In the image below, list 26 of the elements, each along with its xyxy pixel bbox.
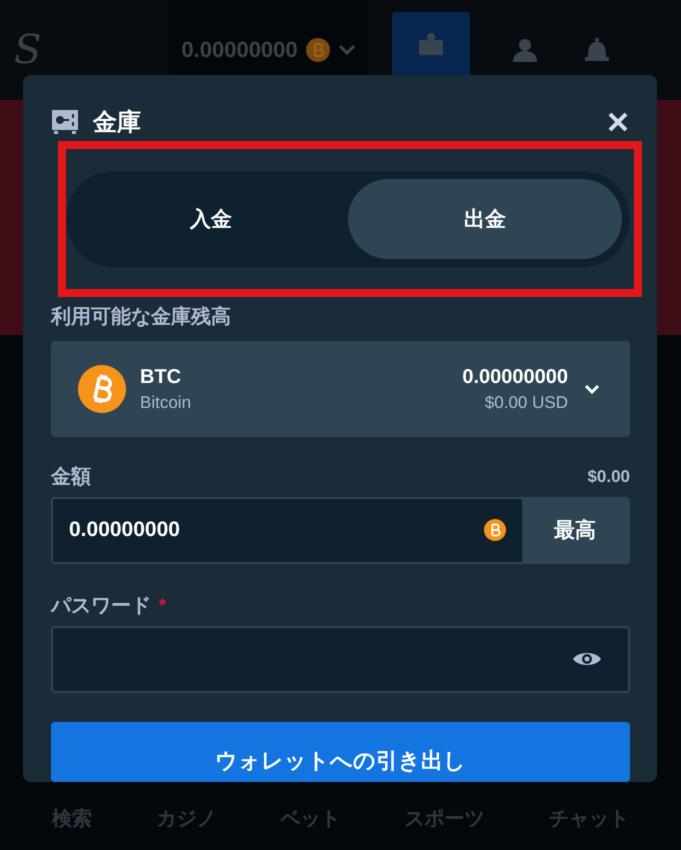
dialog-title: 金庫 xyxy=(93,108,141,138)
required-mark: * xyxy=(159,595,166,616)
logo[interactable]: S xyxy=(14,27,42,73)
wallet-icon xyxy=(418,32,444,56)
tab[interactable]: 出金 xyxy=(348,179,622,260)
amount-label: 金額 xyxy=(51,464,91,490)
password-field[interactable] xyxy=(51,626,630,693)
password-label: パスワード xyxy=(51,594,151,620)
wallet-button[interactable] xyxy=(392,12,470,75)
vault-icon xyxy=(51,109,79,136)
amount-usd-value: $0.00 xyxy=(587,466,630,487)
currency-selector[interactable]: BTC Bitcoin 0.00000000 $0.00 USD xyxy=(51,341,630,437)
currency-code: BTC xyxy=(140,366,182,389)
currency-usd-value: $0.00 USD xyxy=(484,392,568,413)
close-icon[interactable] xyxy=(608,112,628,132)
chevron-down-icon xyxy=(338,44,356,56)
currency-name: Bitcoin xyxy=(140,392,192,413)
user-icon[interactable] xyxy=(512,37,538,63)
currency-amount: 0.00000000 xyxy=(462,366,568,389)
bell-icon[interactable] xyxy=(584,37,610,63)
tab[interactable]: 入金 xyxy=(74,179,348,260)
chevron-down-icon xyxy=(584,384,600,394)
withdraw-button[interactable]: ウォレットへの引き出し xyxy=(51,722,630,782)
bitcoin-icon xyxy=(78,365,126,414)
bitcoin-icon xyxy=(306,38,330,62)
balance-label: 利用可能な金庫残高 xyxy=(51,304,232,328)
